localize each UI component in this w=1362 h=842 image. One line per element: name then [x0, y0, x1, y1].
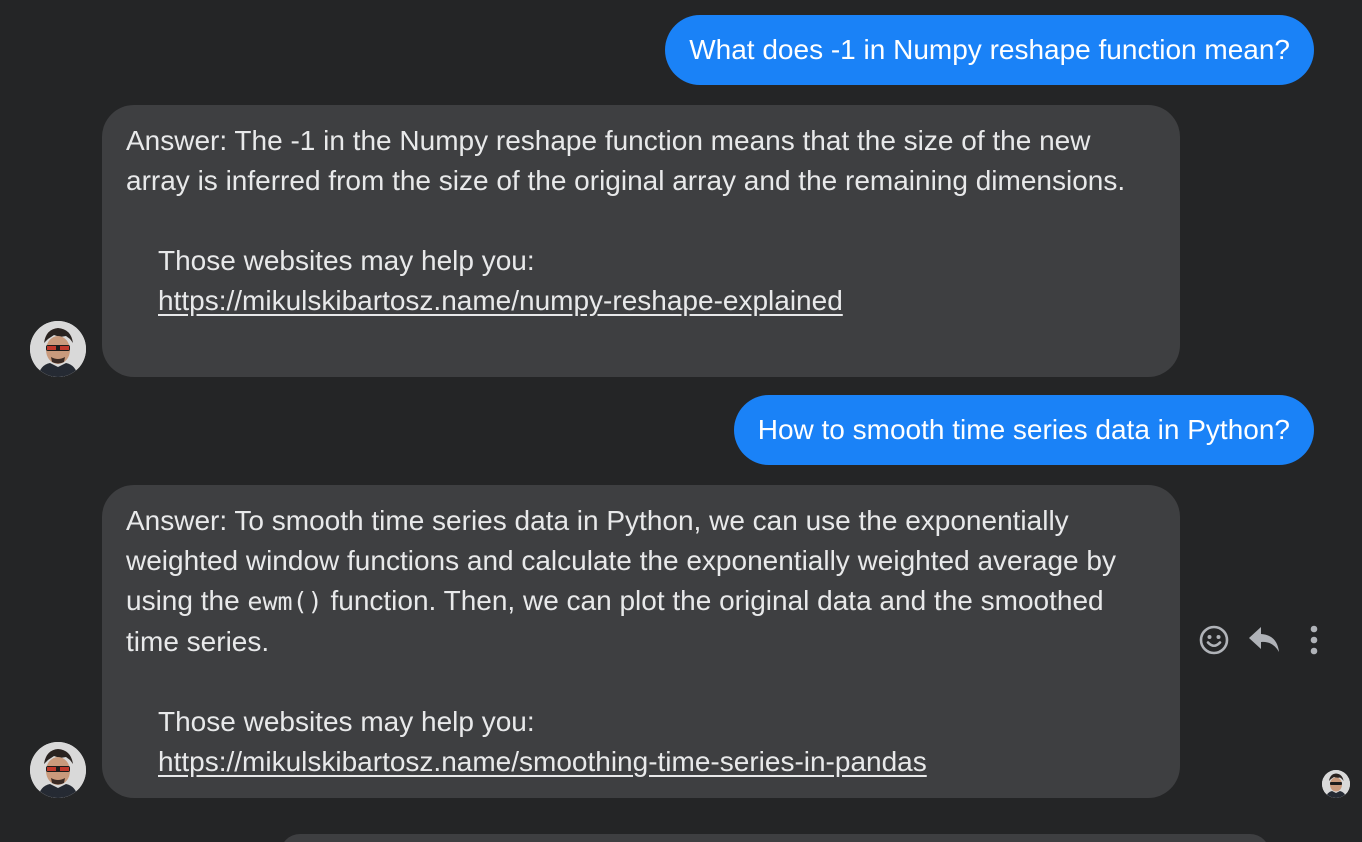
user-message-bubble[interactable]: What does -1 in Numpy reshape function m…: [665, 15, 1314, 85]
more-options-button[interactable]: [1296, 620, 1332, 660]
bot-help-text: Those websites may help you:: [158, 245, 535, 276]
bot-answer-text: Answer: The -1 in the Numpy reshape func…: [126, 125, 1126, 196]
avatar-image: [30, 321, 86, 377]
seen-avatar-image: [1322, 770, 1350, 798]
help-link[interactable]: https://mikulskibartosz.name/smoothing-t…: [158, 746, 927, 777]
more-vertical-icon: [1310, 625, 1318, 655]
user-message-text: What does -1 in Numpy reshape function m…: [689, 34, 1290, 65]
chat-thread: What does -1 in Numpy reshape function m…: [0, 0, 1362, 842]
bot-answer-text: Answer: To smooth time series data in Py…: [126, 505, 1116, 657]
seen-avatar: [1322, 770, 1350, 798]
bot-avatar[interactable]: [30, 321, 86, 377]
message-actions: [1196, 620, 1332, 660]
bot-help-text: Those websites may help you:: [158, 706, 535, 737]
reply-button[interactable]: [1246, 620, 1282, 660]
inline-code: ewm(): [247, 587, 323, 616]
reply-icon: [1249, 627, 1279, 652]
bot-avatar[interactable]: [30, 742, 86, 798]
react-button[interactable]: [1196, 620, 1232, 660]
avatar-image: [30, 742, 86, 798]
next-message-bubble-partial: [280, 834, 1270, 842]
bot-message-bubble[interactable]: Answer: The -1 in the Numpy reshape func…: [102, 105, 1180, 377]
user-message-text: How to smooth time series data in Python…: [757, 414, 1290, 445]
smiley-icon: [1199, 625, 1229, 655]
bot-message-bubble[interactable]: Answer: To smooth time series data in Py…: [102, 485, 1180, 798]
help-link[interactable]: https://mikulskibartosz.name/numpy-resha…: [158, 285, 843, 316]
user-message-bubble[interactable]: How to smooth time series data in Python…: [733, 395, 1314, 465]
